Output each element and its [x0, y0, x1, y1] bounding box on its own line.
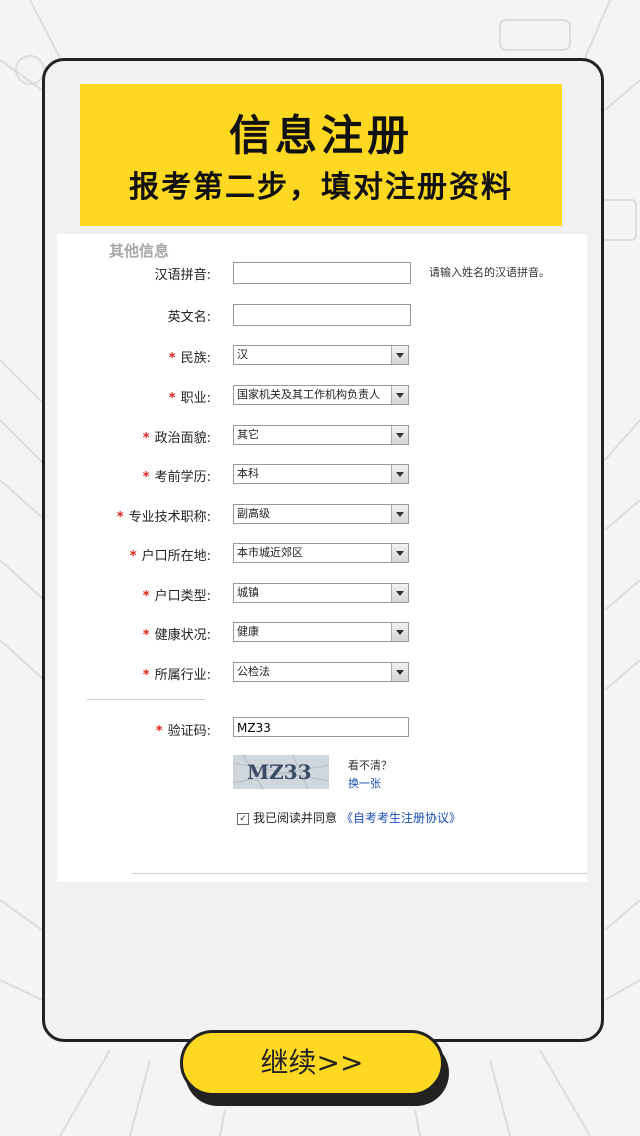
required-mark: *	[142, 431, 150, 446]
header-banner: 信息注册 报考第二步，填对注册资料	[80, 84, 562, 226]
industry-select[interactable]: 公检法	[233, 662, 409, 682]
form-bottom-divider	[132, 873, 587, 874]
education-select[interactable]: 本科	[233, 464, 409, 484]
required-mark: *	[129, 549, 137, 564]
agreement-checkbox[interactable]: ✓	[237, 812, 249, 825]
required-mark: *	[116, 510, 124, 525]
banner-subtitle: 报考第二步，填对注册资料	[129, 170, 513, 205]
required-mark: *	[142, 628, 150, 643]
industry-label: * 所属行业:	[142, 668, 211, 683]
occupation-select[interactable]: 国家机关及其工作机构负责人	[233, 385, 409, 405]
english-name-input[interactable]	[233, 304, 411, 326]
hukou-type-label: * 户口类型:	[142, 589, 211, 604]
dropdown-arrow-icon	[391, 663, 408, 681]
required-mark: *	[155, 724, 163, 739]
political-select[interactable]: 其它	[233, 425, 409, 445]
occupation-label: * 职业:	[168, 391, 211, 406]
ethnicity-label: * 民族:	[168, 351, 211, 366]
required-mark: *	[142, 470, 150, 485]
pinyin-hint: 请输入姓名的汉语拼音。	[429, 266, 550, 279]
pinyin-input[interactable]	[233, 262, 411, 284]
agreement-link[interactable]: 《自考考生注册协议》	[341, 811, 461, 825]
required-mark: *	[142, 589, 150, 604]
dropdown-arrow-icon	[391, 584, 408, 602]
required-mark: *	[168, 351, 176, 366]
dropdown-arrow-icon	[391, 623, 408, 641]
health-label: * 健康状况:	[142, 628, 211, 643]
section-title: 其他信息	[109, 242, 170, 260]
health-select[interactable]: 健康	[233, 622, 409, 642]
pinyin-label: 汉语拼音:	[154, 268, 211, 283]
required-mark: *	[168, 391, 176, 406]
dropdown-arrow-icon	[391, 505, 408, 523]
captcha-image[interactable]: MZ33	[232, 754, 330, 790]
agreement-row: ✓ 我已阅读并同意 《自考考生注册协议》	[237, 809, 461, 826]
captcha-unclear-text: 看不清？	[348, 759, 392, 772]
captcha-refresh-link[interactable]: 换一张	[348, 775, 381, 791]
agreement-text: 我已阅读并同意	[253, 811, 338, 825]
title-rank-label: * 专业技术职称:	[116, 510, 211, 525]
dropdown-arrow-icon	[391, 346, 408, 364]
dropdown-arrow-icon	[391, 386, 408, 404]
hukou-type-select[interactable]: 城镇	[233, 583, 409, 603]
divider	[87, 699, 205, 700]
ethnicity-select[interactable]: 汉	[233, 345, 409, 365]
dropdown-arrow-icon	[391, 426, 408, 444]
english-name-label: 英文名:	[167, 310, 211, 325]
continue-button[interactable]: 继续>>	[180, 1030, 444, 1096]
captcha-input[interactable]: MZ33	[233, 717, 409, 737]
banner-title: 信息注册	[228, 111, 413, 160]
registration-form: 其他信息 汉语拼音: 请输入姓名的汉语拼音。 英文名: * 民族: 汉 * 职业: …	[57, 234, 587, 882]
education-label: * 考前学历:	[142, 470, 211, 485]
captcha-image-text: MZ33	[247, 760, 312, 784]
captcha-label: * 验证码:	[155, 724, 211, 739]
hukou-location-label: * 户口所在地:	[129, 549, 211, 564]
hukou-location-select[interactable]: 本市城近郊区	[233, 543, 409, 563]
title-rank-select[interactable]: 副高级	[233, 504, 409, 524]
required-mark: *	[142, 668, 150, 683]
dropdown-arrow-icon	[391, 465, 408, 483]
dropdown-arrow-icon	[391, 544, 408, 562]
political-label: * 政治面貌:	[142, 431, 211, 446]
